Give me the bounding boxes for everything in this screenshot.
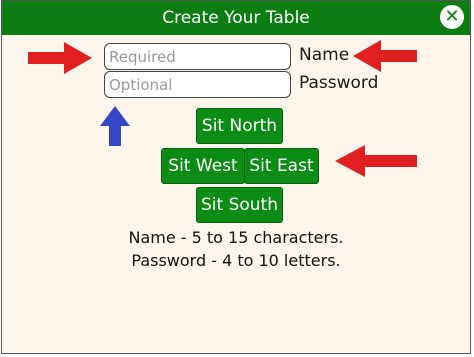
- password-rule-text: Password - 4 to 10 letters.: [131, 251, 341, 270]
- red-arrow-left-icon: [353, 40, 417, 72]
- sit-north-button[interactable]: Sit North: [196, 108, 283, 144]
- password-label: Password: [299, 73, 379, 93]
- password-input[interactable]: [104, 71, 291, 98]
- name-input[interactable]: [104, 43, 291, 70]
- sit-west-button[interactable]: Sit West: [161, 148, 245, 184]
- close-icon[interactable]: ✕: [440, 5, 464, 29]
- sit-east-button[interactable]: Sit East: [244, 148, 319, 184]
- sit-south-button[interactable]: Sit South: [196, 187, 283, 223]
- blue-arrow-up-icon: [100, 106, 130, 146]
- dialog-titlebar: Create Your Table ✕: [2, 1, 470, 35]
- red-arrow-left-icon: [335, 145, 417, 177]
- name-label: Name: [299, 45, 350, 65]
- name-rule-text: Name - 5 to 15 characters.: [128, 228, 344, 247]
- dialog-title: Create Your Table: [162, 8, 310, 28]
- red-arrow-right-icon: [28, 42, 92, 74]
